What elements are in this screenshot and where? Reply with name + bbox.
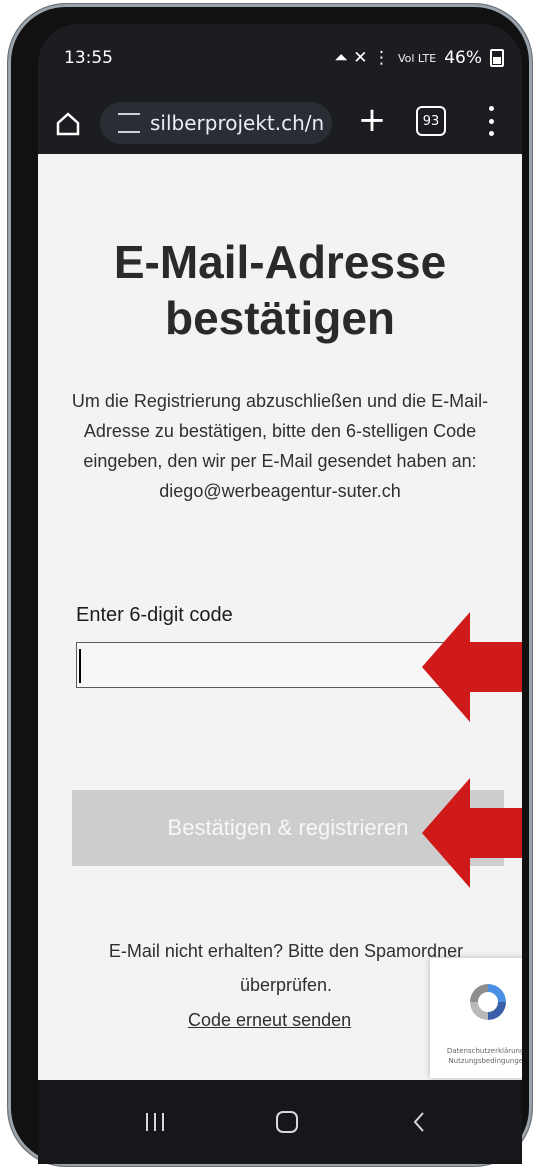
recaptcha-badge[interactable]: Datenschutzerklärung - Nutzungsbedingung… — [430, 958, 522, 1078]
status-icons: ⏶ ✕ ⋮ — [334, 48, 390, 68]
battery-icon — [490, 49, 504, 67]
phone-frame: 13:55 ⏶ ✕ ⋮ Vol LTE 46% silberprojekt.ch… — [8, 4, 532, 1166]
text-caret — [79, 649, 81, 683]
status-time: 13:55 — [64, 48, 113, 68]
resend-code-link[interactable]: Code erneut senden — [188, 1010, 351, 1031]
menu-button[interactable] — [486, 106, 496, 136]
back-button[interactable] — [394, 1102, 444, 1142]
url-text: silberprojekt.ch/n — [150, 111, 325, 135]
home-button[interactable] — [48, 104, 88, 144]
home-nav-button[interactable] — [262, 1102, 312, 1142]
site-settings-icon[interactable] — [118, 113, 140, 133]
browser-toolbar: silberprojekt.ch/n + 93 — [38, 94, 522, 154]
code-label: Enter 6-digit code — [76, 604, 233, 626]
network-label: Vol LTE — [397, 51, 437, 65]
home-circle-icon — [276, 1111, 298, 1133]
page-description: Um die Registrierung abzuschließen und d… — [71, 391, 489, 501]
status-indicators: ⏶ ✕ ⋮ Vol LTE 46% — [334, 48, 504, 68]
screen: 13:55 ⏶ ✕ ⋮ Vol LTE 46% silberprojekt.ch… — [38, 24, 522, 1164]
more-dot-icon — [488, 118, 494, 124]
web-page: E-Mail-Adresse bestätigen Um die Registr… — [38, 154, 522, 1082]
system-nav-bar — [38, 1080, 522, 1164]
address-bar[interactable]: silberprojekt.ch/n — [100, 102, 332, 144]
arrow-icon — [422, 612, 522, 722]
page-title: E-Mail-Adresse bestätigen — [113, 236, 447, 344]
status-bar: 13:55 ⏶ ✕ ⋮ Vol LTE 46% — [38, 24, 522, 94]
recent-apps-icon — [146, 1113, 164, 1131]
recent-apps-button[interactable] — [130, 1102, 180, 1142]
back-icon — [413, 1112, 424, 1132]
more-dot-icon — [488, 131, 494, 136]
home-icon — [56, 112, 80, 136]
tab-switcher-button[interactable]: 93 — [416, 106, 446, 136]
new-tab-button[interactable]: + — [354, 100, 390, 140]
more-dot-icon — [488, 106, 494, 111]
arrow-icon — [422, 778, 522, 888]
recaptcha-legal: Datenschutzerklärung - Nutzungsbedingung… — [446, 1047, 522, 1065]
battery-percent: 46% — [444, 48, 482, 68]
recaptcha-icon — [470, 984, 506, 1020]
